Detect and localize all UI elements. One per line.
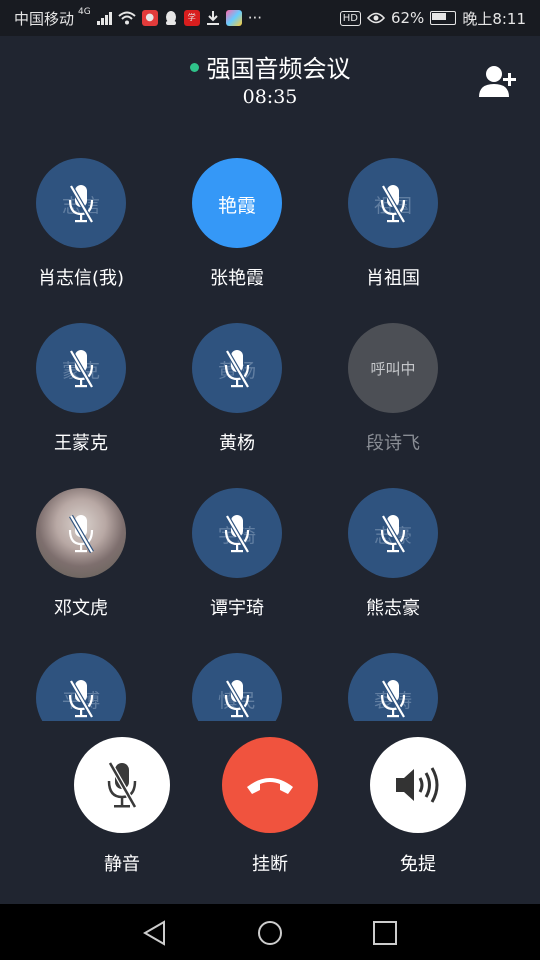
participant-tile[interactable]: 黄杨黄杨 [159, 281, 315, 454]
participant-avatar: 艳霞 [192, 158, 282, 248]
network-type: 4G [78, 7, 91, 17]
speaker-label: 免提 [400, 854, 436, 875]
conference-title: 强国音频会议 [206, 55, 351, 83]
mic-muted-icon [68, 184, 94, 224]
system-nav-bar [0, 904, 540, 960]
participant-avatar: 志豪 [348, 488, 438, 578]
mic-muted-icon [380, 514, 406, 554]
mic-muted-icon [380, 184, 406, 224]
mute-label: 静音 [104, 854, 140, 875]
mic-muted-icon [68, 514, 94, 554]
status-left: 中国移动 4G ● 学 ··· [14, 0, 262, 36]
recents-icon[interactable] [370, 918, 400, 948]
participant-avatar: 慎民 [192, 653, 282, 721]
participant-avatar: 黄杨 [192, 323, 282, 413]
speaker-icon [396, 767, 439, 803]
battery-icon [430, 11, 457, 25]
participant-tile[interactable]: 蒙克王蒙克 [3, 281, 159, 454]
mic-muted-icon [107, 761, 138, 809]
mute-button[interactable] [74, 737, 170, 833]
participant-avatar: 蒙克 [36, 323, 126, 413]
participant-avatar: 宇琦 [192, 488, 282, 578]
participant-tile[interactable]: 志豪熊志豪 [315, 446, 471, 619]
avatar-initials: 呼叫中 [370, 360, 416, 378]
participant-tile[interactable]: 艳霞 张艳霞 [159, 116, 315, 289]
qq-icon [165, 11, 176, 25]
back-icon[interactable] [140, 918, 170, 948]
title-row: 强国音频会议 [0, 54, 540, 84]
news-app-icon: 学 [183, 10, 200, 26]
status-bar: 中国移动 4G ● 学 ··· HD 62% 晚上8:11 [0, 0, 540, 36]
mic-muted-icon [68, 679, 94, 719]
status-right: HD 62% 晚上8:11 [339, 0, 526, 36]
participant-avatar: 呼叫中 [348, 323, 438, 413]
avatar-initials: 艳霞 [217, 195, 256, 217]
participant-tile[interactable]: 裘涛 [315, 611, 471, 721]
signal-icon [96, 11, 112, 25]
wifi-icon [118, 11, 136, 25]
participant-tile[interactable]: 慎民 [159, 611, 315, 721]
participant-tile[interactable]: 平博 [3, 611, 159, 721]
mic-muted-icon [68, 349, 94, 389]
carrier-label: 中国移动 [14, 9, 75, 28]
connected-status-dot [189, 62, 199, 72]
participant-avatar: 裘涛 [348, 653, 438, 721]
mic-muted-icon [380, 679, 406, 719]
participant-tile[interactable]: 邓文虎 [3, 446, 159, 619]
more-notifications-icon: ··· [247, 9, 263, 27]
participant-tile[interactable]: 祖国肖祖国 [315, 116, 471, 289]
participant-tile[interactable]: 呼叫中 段诗飞 [315, 281, 471, 454]
battery-percent: 62% [390, 9, 425, 27]
participant-tile[interactable]: 志信肖志信(我) [3, 116, 159, 289]
hd-badge: HD [339, 10, 361, 26]
participant-avatar [36, 488, 126, 578]
participant-tile[interactable]: 宇琦谭宇琦 [159, 446, 315, 619]
participant-avatar: 志信 [36, 158, 126, 248]
eye-icon [366, 12, 385, 24]
add-participant-icon[interactable] [478, 64, 518, 98]
hangup-icon [247, 778, 293, 794]
mic-muted-icon [224, 514, 250, 554]
hangup-label: 挂断 [252, 854, 288, 875]
call-timer: 08:35 [242, 86, 298, 108]
speaker-button[interactable] [370, 737, 466, 833]
recorder-icon: ● [141, 10, 158, 26]
mic-muted-icon [224, 679, 250, 719]
download-icon [206, 11, 219, 25]
mic-muted-icon [224, 349, 250, 389]
participant-avatar: 祖国 [348, 158, 438, 248]
home-icon[interactable] [255, 918, 285, 948]
clock: 晚上8:11 [462, 9, 526, 28]
participant-avatar: 平博 [36, 653, 126, 721]
hangup-button[interactable] [222, 737, 318, 833]
call-header: 强国音频会议 08:35 [0, 36, 540, 116]
participant-grid: 志信肖志信(我)艳霞张艳霞祖国肖祖国蒙克王蒙克黄杨黄杨呼叫中段诗飞邓文虎宇琦谭宇… [0, 116, 540, 721]
gallery-app-icon [225, 10, 242, 26]
